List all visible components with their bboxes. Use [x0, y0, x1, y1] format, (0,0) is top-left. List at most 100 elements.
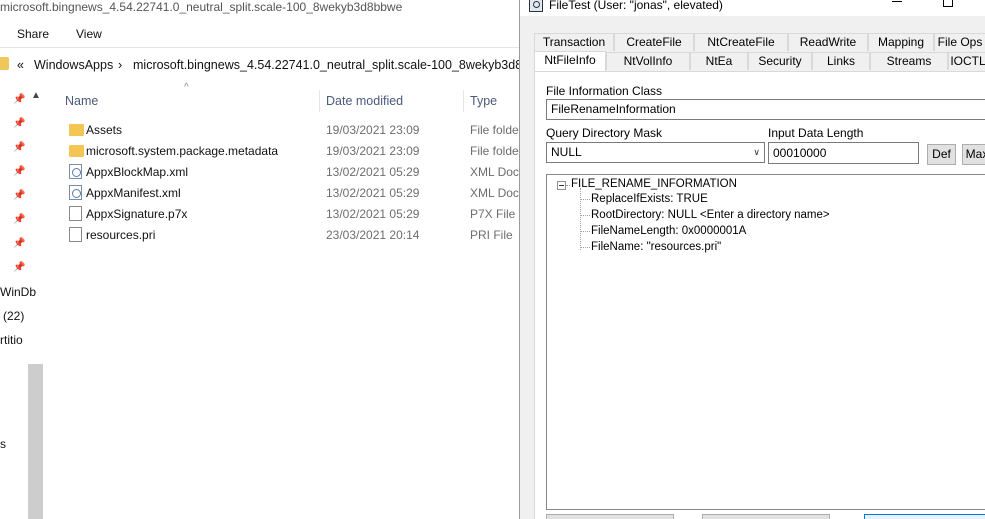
address-separator-icon[interactable]: ›	[118, 58, 122, 72]
tree-connector	[581, 247, 590, 248]
tree-node[interactable]: FileNameLength: 0x0000001A	[591, 225, 746, 237]
input-data-length-field[interactable]: 00010000	[768, 142, 919, 164]
tab-file-ops[interactable]: File Ops	[934, 33, 985, 51]
file-icon	[69, 227, 82, 242]
file-name: resources.pri	[86, 228, 156, 242]
ribbon-tab-view[interactable]: View	[76, 27, 102, 41]
chevron-down-icon[interactable]: ∨	[753, 143, 760, 162]
navigation-pane: ▲ 📌 📌 📌 📌 📌 📌 📌 📌 WinDb (22) rtitio s	[0, 84, 45, 519]
column-header-date[interactable]: Date modified	[326, 94, 403, 108]
pin-icon[interactable]: 📌	[13, 214, 25, 225]
file-row[interactable]: AppxManifest.xml 13/02/2021 05:29 XML Do…	[55, 182, 520, 203]
folder-icon	[69, 145, 84, 157]
tree-node[interactable]: ReplaceIfExists: TRUE	[591, 193, 708, 205]
query-directory-mask-label: Query Directory Mask	[546, 126, 663, 140]
file-name: microsoft.system.package.metadata	[86, 144, 279, 158]
maximize-icon[interactable]	[943, 0, 953, 7]
tab-ntfileinfo[interactable]: NtFileInfo	[534, 51, 606, 71]
bottom-button[interactable]	[702, 514, 830, 519]
pin-icon[interactable]: 📌	[13, 118, 25, 129]
pin-icon[interactable]: 📌	[13, 238, 25, 249]
tab-transaction[interactable]: Transaction	[534, 33, 614, 51]
address-bar[interactable]: « WindowsApps › microsoft.bingnews_4.54.…	[0, 52, 520, 78]
tree-connector	[580, 188, 581, 250]
max-button[interactable]: Max	[962, 144, 985, 165]
tab-ntcreatefile[interactable]: NtCreateFile	[694, 33, 788, 51]
file-information-class-value: FileRenameInformation	[551, 102, 676, 116]
column-header-name[interactable]: Name	[65, 94, 98, 108]
tab-ntvolinfo[interactable]: NtVolInfo	[606, 52, 690, 70]
column-separator[interactable]	[319, 90, 320, 112]
file-row[interactable]: AppxBlockMap.xml 13/02/2021 05:29 XML Do…	[55, 161, 520, 182]
file-information-class-label: File Information Class	[546, 84, 663, 98]
address-segment-windowsapps[interactable]: WindowsApps	[34, 58, 113, 72]
sort-ascending-icon: ^	[184, 82, 189, 93]
file-row[interactable]: microsoft.system.package.metadata 19/03/…	[55, 140, 520, 161]
tree-connector	[566, 185, 570, 186]
file-row[interactable]: AppxSignature.p7x 13/02/2021 05:29 P7X F…	[55, 203, 520, 224]
folder-icon	[69, 124, 84, 136]
xml-file-icon	[69, 164, 82, 179]
file-type: PRI File	[470, 228, 513, 242]
file-row[interactable]: resources.pri 23/03/2021 20:14 PRI File	[55, 224, 520, 245]
tab-ntea[interactable]: NtEa	[690, 52, 748, 70]
xml-file-icon	[69, 185, 82, 200]
explorer-window: microsoft.bingnews_4.54.22741.0_neutral_…	[0, 0, 520, 519]
tab-links[interactable]: Links	[812, 52, 870, 70]
nav-item-windbg[interactable]: WinDb	[0, 285, 36, 299]
pin-icon[interactable]: 📌	[13, 190, 25, 201]
file-row[interactable]: Assets 19/03/2021 23:09 File folde	[55, 119, 520, 140]
bottom-button[interactable]	[546, 514, 674, 519]
tab-createfile[interactable]: CreateFile	[614, 33, 694, 51]
column-header-type[interactable]: Type	[470, 94, 497, 108]
column-separator[interactable]	[463, 90, 464, 112]
filetest-titlebar[interactable]: FileTest (User: "jonas", elevated)	[520, 0, 985, 16]
tab-mapping[interactable]: Mapping	[868, 33, 934, 51]
query-directory-mask-value: NULL	[551, 145, 582, 159]
address-segment-package[interactable]: microsoft.bingnews_4.54.22741.0_neutral_…	[133, 58, 520, 72]
def-button[interactable]: Def	[927, 144, 956, 165]
pin-icon[interactable]: 📌	[13, 166, 25, 177]
ribbon-tab-share[interactable]: Share	[17, 27, 49, 41]
file-name: AppxManifest.xml	[86, 186, 181, 200]
minimize-icon[interactable]	[892, 1, 902, 2]
nav-scrollbar-thumb[interactable]	[28, 364, 43, 519]
pin-icon[interactable]: 📌	[13, 262, 25, 273]
file-date: 19/03/2021 23:09	[326, 123, 420, 137]
file-info-tree[interactable]: FILE_RENAME_INFORMATION ReplaceIfExists:…	[546, 174, 985, 510]
filetest-app-icon	[529, 0, 543, 12]
collapse-icon[interactable]	[557, 181, 566, 190]
scroll-up-icon[interactable]: ▲	[31, 90, 41, 101]
nav-item-count[interactable]: (22)	[3, 309, 24, 323]
tab-streams[interactable]: Streams	[870, 52, 948, 70]
file-type: XML Doc	[470, 186, 519, 200]
file-icon	[69, 206, 82, 221]
explorer-title: microsoft.bingnews_4.54.22741.0_neutral_…	[0, 0, 403, 14]
file-date: 13/02/2021 05:29	[326, 165, 420, 179]
file-type: File folde	[470, 123, 519, 137]
file-name: Assets	[86, 123, 123, 137]
address-back-icon[interactable]: «	[17, 58, 24, 72]
tab-ioctl[interactable]: IOCTL	[948, 52, 985, 70]
explorer-ribbon: Share View	[0, 20, 520, 48]
query-directory-mask-select[interactable]: NULL ∨	[546, 142, 765, 163]
pin-icon[interactable]: 📌	[13, 94, 25, 105]
tab-readwrite[interactable]: ReadWrite	[788, 33, 868, 51]
tree-connector	[581, 199, 590, 200]
file-date: 19/03/2021 23:09	[326, 144, 420, 158]
file-date: 13/02/2021 05:29	[326, 207, 420, 221]
tab-security[interactable]: Security	[748, 52, 812, 70]
tree-root-node[interactable]: FILE_RENAME_INFORMATION	[571, 178, 737, 190]
bottom-button-default[interactable]	[864, 514, 985, 519]
file-type: P7X File	[470, 207, 516, 221]
nav-item-partition[interactable]: rtitio	[0, 333, 23, 347]
filetest-title: FileTest (User: "jonas", elevated)	[549, 0, 723, 12]
file-date: 13/02/2021 05:29	[326, 186, 420, 200]
file-type: File folde	[470, 144, 519, 158]
tree-node[interactable]: RootDirectory: NULL <Enter a directory n…	[591, 209, 830, 221]
nav-item-misc[interactable]: s	[0, 437, 6, 451]
input-data-length-label: Input Data Length	[768, 126, 864, 140]
pin-icon[interactable]: 📌	[13, 142, 25, 153]
file-information-class-select[interactable]: FileRenameInformation ∨	[546, 99, 985, 120]
tree-node[interactable]: FileName: "resources.pri"	[591, 241, 721, 253]
